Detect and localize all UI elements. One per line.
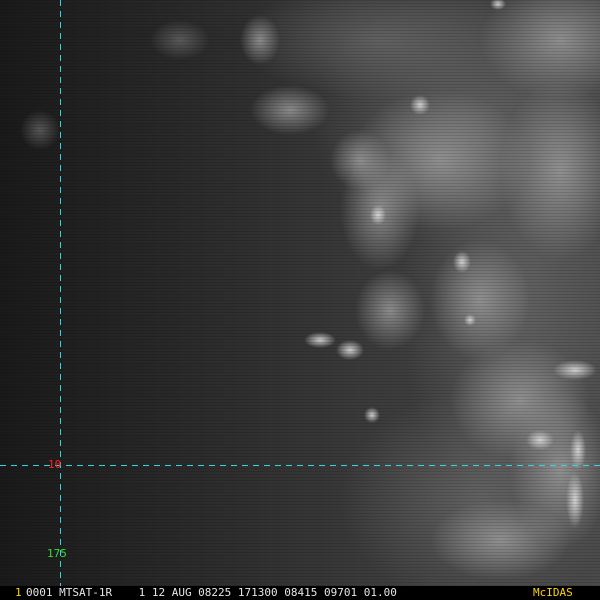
latitude-label: 10 bbox=[48, 458, 62, 471]
scanline-overlay bbox=[0, 0, 600, 586]
satellite-viewer: 10 175 1 0001 MTSAT-1R 1 12 AUG 08225 17… bbox=[0, 0, 600, 600]
satellite-image bbox=[0, 0, 600, 586]
longitude-label: 175 bbox=[47, 547, 67, 560]
status-bar: 1 0001 MTSAT-1R 1 12 AUG 08225 171300 08… bbox=[0, 586, 600, 600]
image-metadata-text: 0001 MTSAT-1R 1 12 AUG 08225 171300 0841… bbox=[26, 586, 397, 599]
software-tag: McIDAS bbox=[533, 586, 573, 599]
frame-index: 1 bbox=[15, 586, 22, 599]
